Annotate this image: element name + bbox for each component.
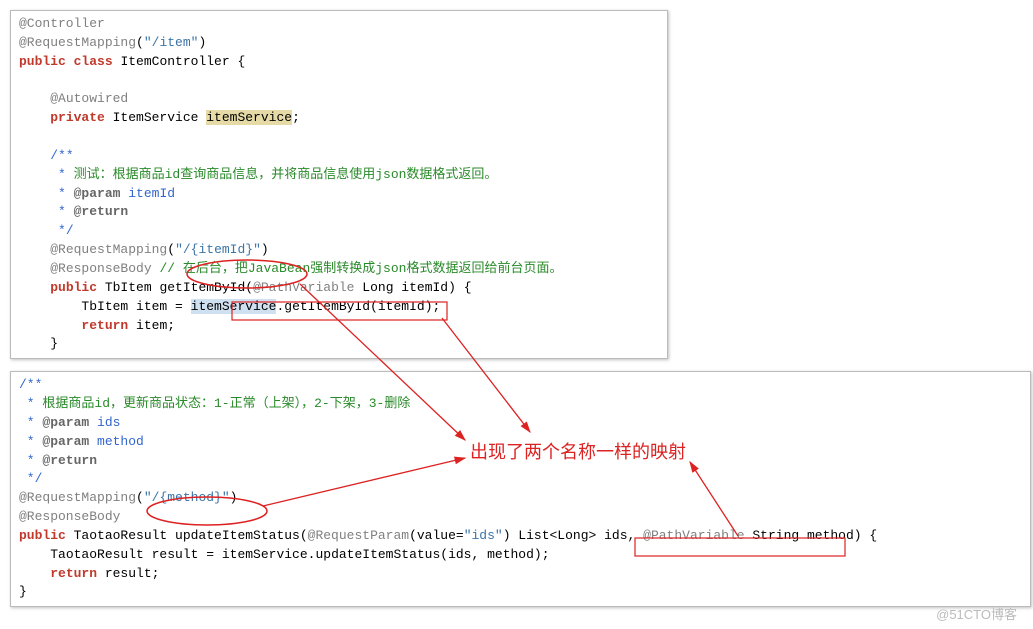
kw-return: return — [81, 318, 128, 333]
anno-reqmap2: @RequestMapping — [50, 242, 167, 257]
paren: (value= — [409, 528, 464, 543]
anno-reqmap: @RequestMapping — [19, 35, 136, 50]
ret-result: result; — [97, 566, 159, 581]
type: ItemService — [105, 110, 206, 125]
sig-mid: ) List<Long> ids, — [503, 528, 643, 543]
stmt-body: TaotaoResult result = itemService.update… — [50, 547, 549, 562]
param-itemid: Long itemId — [354, 280, 448, 295]
stmt-part: TbItem item = — [81, 299, 190, 314]
anno-respbody2: @ResponseBody — [19, 509, 120, 524]
doc-return: @return — [74, 204, 129, 219]
doc-arg: ids — [89, 415, 120, 430]
cmt-body: 测试：根据商品id查询商品信息，并将商品信息使用json数据格式返回。 — [74, 167, 498, 182]
anno-controller: @Controller — [19, 16, 105, 31]
classname: ItemController { — [113, 54, 246, 69]
stmt-part2: .getItemById(itemId); — [276, 299, 440, 314]
annotation-label: 出现了两个名称一样的映射 — [470, 438, 686, 464]
cmt-open: /** — [19, 377, 42, 392]
ret-item: item; — [128, 318, 175, 333]
kw-private: private — [50, 110, 105, 125]
anno-reqmap3: @RequestMapping — [19, 490, 136, 505]
sig-end: ) { — [448, 280, 471, 295]
anno-pathvar: @PathVariable — [253, 280, 354, 295]
field-itemservice: itemService — [206, 110, 292, 125]
code-block-top: @Controller @RequestMapping("/item") pub… — [10, 10, 668, 359]
kw-public2: public — [50, 280, 97, 295]
watermark: @51CTO博客 — [936, 604, 1017, 623]
code-content-top: @Controller @RequestMapping("/item") pub… — [19, 15, 659, 354]
sig-end: ) { — [854, 528, 877, 543]
doc-param: @param — [42, 415, 89, 430]
anno-reqparam: @RequestParam — [308, 528, 409, 543]
reqparam-val: "ids" — [464, 528, 503, 543]
doc-param: @param — [42, 434, 89, 449]
doc-param: @param — [74, 186, 121, 201]
brace: } — [19, 584, 27, 599]
ref-itemservice: itemService — [191, 299, 277, 314]
cmt-body: 根据商品id，更新商品状态：1-正常（上架），2-下架，3-删除 — [42, 396, 410, 411]
anno-respbody: @ResponseBody — [50, 261, 151, 276]
kw-class: class — [74, 54, 113, 69]
doc-return: @return — [42, 453, 97, 468]
param-method: String method — [745, 528, 854, 543]
code-content-bottom: /** * 根据商品id，更新商品状态：1-正常（上架），2-下架，3-删除 *… — [19, 376, 1022, 602]
cmt-star: * — [19, 434, 42, 449]
semi: ; — [292, 110, 300, 125]
cmt-star: * — [19, 396, 42, 411]
mapping-itemid: "/{itemId}" — [175, 242, 261, 257]
kw-return: return — [50, 566, 97, 581]
brace: } — [50, 336, 58, 351]
sig-part: TbItem getItemById( — [97, 280, 253, 295]
code-block-bottom: /** * 根据商品id，更新商品状态：1-正常（上架），2-下架，3-删除 *… — [10, 371, 1031, 607]
cmt-close: */ — [50, 223, 73, 238]
cmt-star: * — [50, 167, 73, 182]
doc-arg: itemId — [120, 186, 175, 201]
cmt-close: */ — [19, 471, 42, 486]
cmt-star: * — [50, 186, 73, 201]
kw-public: public — [19, 54, 66, 69]
cmt-star: * — [50, 204, 73, 219]
mapping-method: "/{method}" — [144, 490, 230, 505]
kw-public3: public — [19, 528, 66, 543]
reqmap-path: "/item" — [144, 35, 199, 50]
sig-part: TaotaoResult updateItemStatus( — [66, 528, 308, 543]
cmt-open: /** — [50, 148, 73, 163]
anno-pathvar2: @PathVariable — [643, 528, 744, 543]
doc-arg: method — [89, 434, 144, 449]
cmt-star: * — [19, 453, 42, 468]
cmt-star: * — [19, 415, 42, 430]
anno-autowired: @Autowired — [50, 91, 128, 106]
cmt-inline: // 在后台，把JavaBean强制转换成json格式数据返回给前台页面。 — [152, 261, 563, 276]
